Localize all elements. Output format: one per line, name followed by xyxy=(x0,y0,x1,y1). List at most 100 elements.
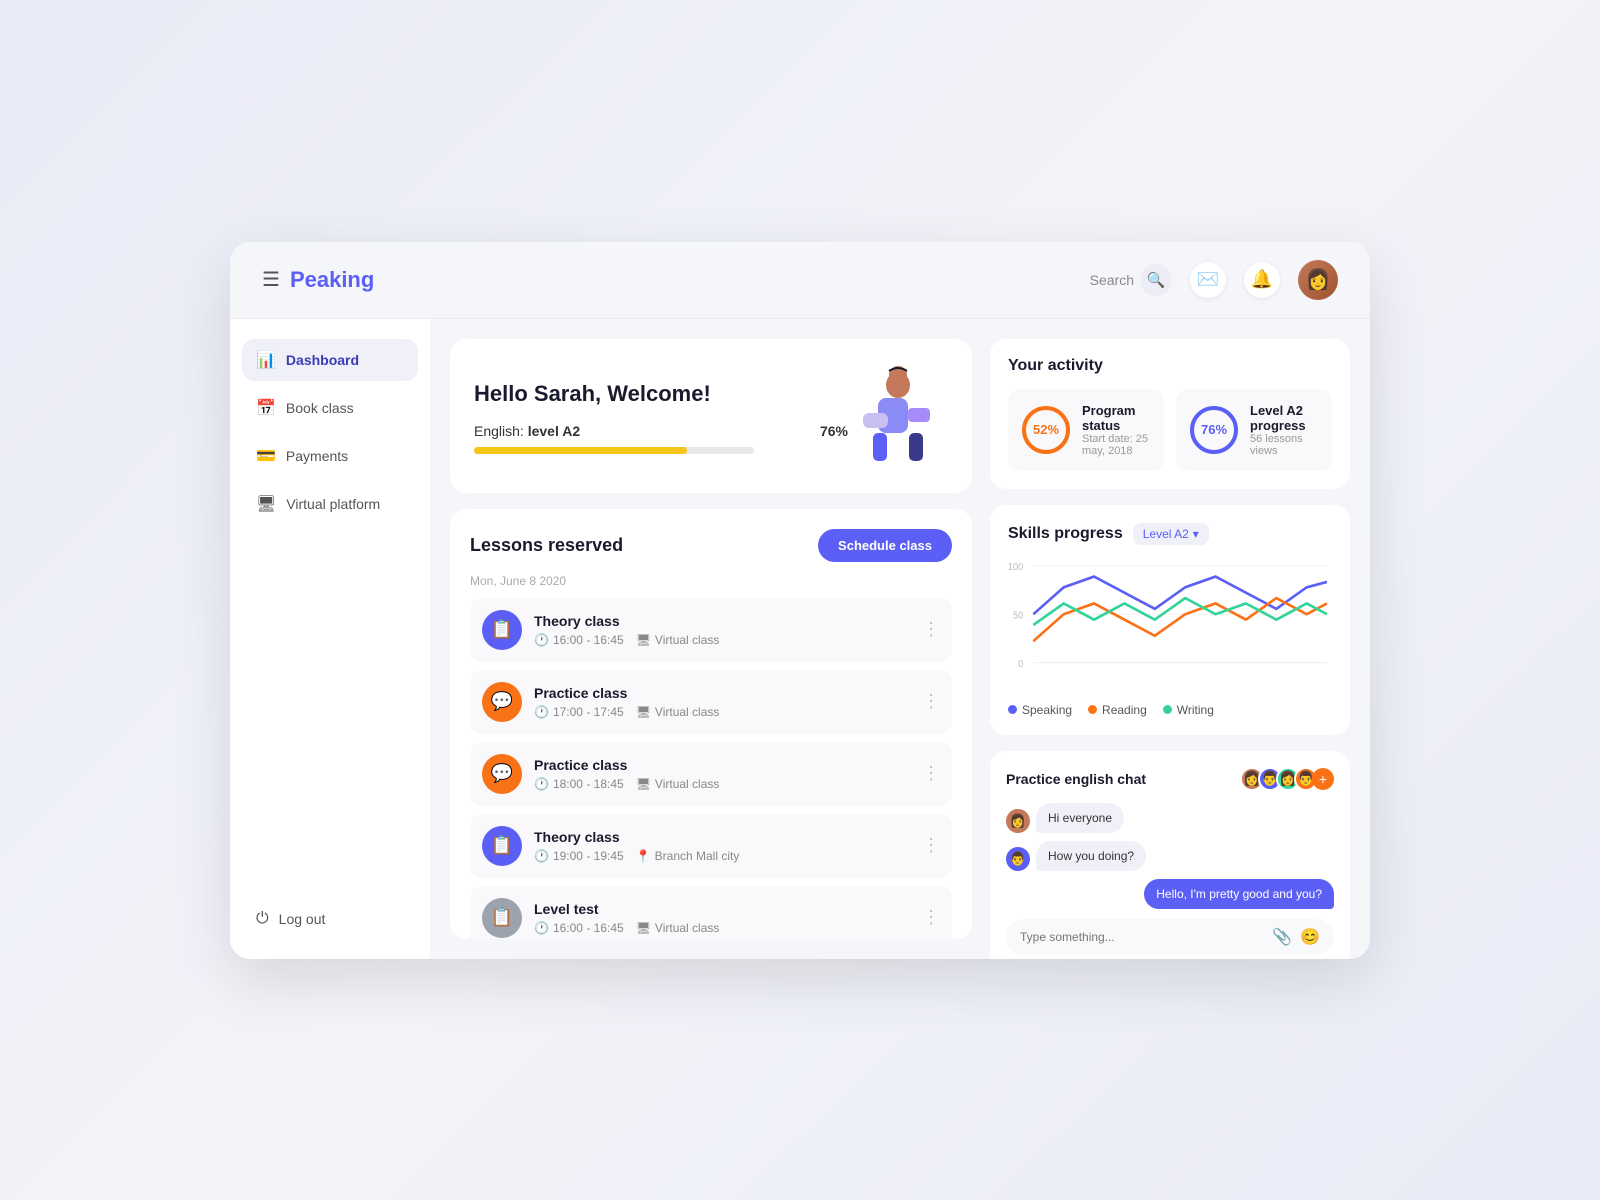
logout-icon: ⏻ xyxy=(256,910,269,928)
lessons-section: Lessons reserved Schedule class Mon, Jun… xyxy=(450,509,972,939)
mail-button[interactable]: ✉️ xyxy=(1190,262,1226,298)
avatar-image: 👩 xyxy=(1298,260,1338,300)
lesson-info: Theory class 🕐 16:00 - 16:45 🖥 Virtual c… xyxy=(534,613,910,647)
lesson-item[interactable]: 📋 Theory class 🕐 16:00 - 16:45 🖥 Virtual… xyxy=(470,598,952,662)
chevron-down-icon: ▾ xyxy=(1193,527,1199,541)
notification-button[interactable]: 🔔 xyxy=(1244,262,1280,298)
sidebar-item-dashboard[interactable]: 📊 Dashboard xyxy=(242,339,418,381)
writing-dot xyxy=(1163,705,1172,714)
lesson-location: 🖥 Virtual class xyxy=(636,777,720,791)
chat-input[interactable] xyxy=(1020,930,1264,944)
sidebar-label-virtual-platform: Virtual platform xyxy=(286,496,380,512)
lesson-name: Theory class xyxy=(534,613,910,629)
lesson-item[interactable]: 💬 Practice class 🕐 17:00 - 17:45 🖥 Virtu… xyxy=(470,670,952,734)
logout-button[interactable]: ⏻ Log out xyxy=(242,899,418,939)
lesson-more-button[interactable]: ⋮ xyxy=(922,691,940,712)
virtual-platform-icon: 🖥 xyxy=(256,494,276,514)
user-avatar[interactable]: 👩 xyxy=(1298,260,1338,300)
logo-area: ☰ Peaking xyxy=(262,267,374,293)
logout-label: Log out xyxy=(279,911,326,927)
lesson-info: Practice class 🕐 17:00 - 17:45 🖥 Virtual… xyxy=(534,685,910,719)
skills-header: Skills progress Level A2 ▾ xyxy=(1008,523,1332,545)
level-progress-ring: 76% xyxy=(1190,406,1238,454)
level-progress-card: 76% Level A2 progress 56 lessons views xyxy=(1176,389,1332,471)
lesson-location: 🖥 Virtual class xyxy=(636,921,720,935)
sidebar-label-payments: Payments xyxy=(286,448,348,464)
lesson-meta: 🕐 19:00 - 19:45 📍 Branch Mall city xyxy=(534,849,910,863)
lesson-meta: 🕐 18:00 - 18:45 🖥 Virtual class xyxy=(534,777,910,791)
activity-section: Your activity 52% Program status Start d… xyxy=(990,339,1350,489)
level-dropdown[interactable]: Level A2 ▾ xyxy=(1133,523,1209,545)
msg-avatar-2: 👨 xyxy=(1006,847,1030,871)
book-class-icon: 📅 xyxy=(256,398,276,418)
reading-dot xyxy=(1088,705,1097,714)
right-column: Your activity 52% Program status Start d… xyxy=(990,339,1350,939)
lesson-icon-theory: 📋 xyxy=(482,610,522,650)
progress-bar-fill xyxy=(474,447,687,454)
nav-right: Search 🔍 ✉️ 🔔 👩 xyxy=(1090,260,1338,300)
search-label: Search xyxy=(1090,272,1134,288)
lesson-name: Theory class xyxy=(534,829,910,845)
lesson-item[interactable]: 📋 Theory class 🕐 19:00 - 19:45 📍 Branch … xyxy=(470,814,952,878)
search-icon[interactable]: 🔍 xyxy=(1140,264,1172,296)
menu-icon[interactable]: ☰ xyxy=(262,267,280,292)
schedule-class-button[interactable]: Schedule class xyxy=(818,529,952,562)
skills-chart: 100 50 0 xyxy=(1008,555,1332,695)
lesson-name: Practice class xyxy=(534,685,910,701)
lang-label: English: level A2 xyxy=(474,423,580,439)
add-participant-button[interactable]: + xyxy=(1312,768,1334,790)
legend-speaking: Speaking xyxy=(1008,703,1072,717)
sidebar-item-payments[interactable]: 💳 Payments xyxy=(242,435,418,477)
speaking-dot xyxy=(1008,705,1017,714)
lesson-icon-theory2: 📋 xyxy=(482,826,522,866)
chat-message-1: 👩 Hi everyone xyxy=(1006,803,1334,833)
lesson-time: 🕐 16:00 - 16:45 xyxy=(534,633,624,647)
lesson-time: 🕐 19:00 - 19:45 xyxy=(534,849,624,863)
lesson-item[interactable]: 📋 Level test 🕐 16:00 - 16:45 🖥 Virtual c… xyxy=(470,886,952,939)
lesson-more-button[interactable]: ⋮ xyxy=(922,763,940,784)
level-progress-label: Level A2 progress xyxy=(1250,403,1318,433)
lessons-title: Lessons reserved xyxy=(470,535,623,556)
lesson-time: 🕐 18:00 - 18:45 xyxy=(534,777,624,791)
skills-title: Skills progress xyxy=(1008,525,1123,543)
legend-reading: Reading xyxy=(1088,703,1147,717)
lessons-date: Mon, June 8 2020 xyxy=(470,574,952,588)
sidebar-item-virtual-platform[interactable]: 🖥 Virtual platform xyxy=(242,483,418,525)
mail-icon: ✉️ xyxy=(1197,269,1219,290)
dashboard-icon: 📊 xyxy=(256,350,276,370)
lesson-meta: 🕐 17:00 - 17:45 🖥 Virtual class xyxy=(534,705,910,719)
lesson-name: Level test xyxy=(534,901,910,917)
program-status-sub: Start date: 25 may, 2018 xyxy=(1082,433,1150,457)
lesson-item[interactable]: 💬 Practice class 🕐 18:00 - 18:45 🖥 Virtu… xyxy=(470,742,952,806)
legend-writing: Writing xyxy=(1163,703,1214,717)
progress-pct: 76% xyxy=(820,423,848,439)
msg-bubble-3: Hello, I'm pretty good and you? xyxy=(1144,879,1334,909)
welcome-illustration xyxy=(848,363,948,473)
lesson-location: 📍 Branch Mall city xyxy=(636,849,740,863)
lesson-time: 🕐 16:00 - 16:45 xyxy=(534,921,624,935)
sidebar-label-book-class: Book class xyxy=(286,400,354,416)
lesson-more-button[interactable]: ⋮ xyxy=(922,907,940,928)
chat-title: Practice english chat xyxy=(1006,771,1146,787)
sidebar-item-book-class[interactable]: 📅 Book class xyxy=(242,387,418,429)
sidebar-label-dashboard: Dashboard xyxy=(286,352,359,368)
bell-icon: 🔔 xyxy=(1251,269,1273,290)
lesson-meta: 🕐 16:00 - 16:45 🖥 Virtual class xyxy=(534,921,910,935)
lesson-more-button[interactable]: ⋮ xyxy=(922,835,940,856)
svg-text:100: 100 xyxy=(1008,560,1023,571)
lesson-meta: 🕐 16:00 - 16:45 🖥 Virtual class xyxy=(534,633,910,647)
top-nav: ☰ Peaking Search 🔍 ✉️ 🔔 👩 xyxy=(230,242,1370,319)
program-status-info: Program status Start date: 25 may, 2018 xyxy=(1082,403,1150,457)
lesson-more-button[interactable]: ⋮ xyxy=(922,619,940,640)
chart-legend: Speaking Reading Writing xyxy=(1008,703,1332,717)
attachment-icon[interactable]: 📎 xyxy=(1272,927,1292,947)
chat-input-row: 📎 😊 xyxy=(1006,919,1334,955)
program-status-ring: 52% xyxy=(1022,406,1070,454)
emoji-icon[interactable]: 😊 xyxy=(1300,927,1320,947)
search-area[interactable]: Search 🔍 xyxy=(1090,264,1172,296)
payments-icon: 💳 xyxy=(256,446,276,466)
lesson-location: 🖥 Virtual class xyxy=(636,705,720,719)
activity-title: Your activity xyxy=(1008,357,1332,375)
lesson-info: Level test 🕐 16:00 - 16:45 🖥 Virtual cla… xyxy=(534,901,910,935)
svg-text:0: 0 xyxy=(1018,657,1023,668)
